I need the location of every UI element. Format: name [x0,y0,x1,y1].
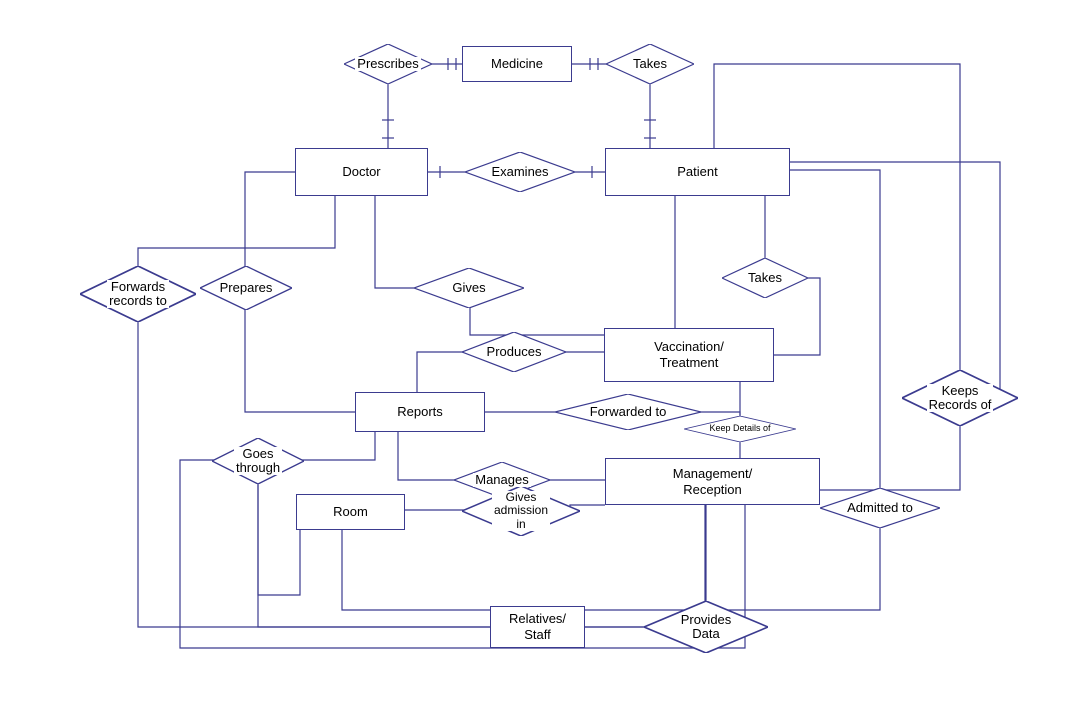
entity-label: Vaccination/ Treatment [654,339,724,370]
entity-label: Relatives/ Staff [509,611,566,642]
rel-gives: Gives [414,268,524,308]
rel-gives-admission-in: Gives admission in [462,486,580,536]
rel-label: Keeps Records of [927,384,994,413]
entity-room: Room [296,494,405,530]
rel-label: Produces [485,345,544,359]
entity-label: Doctor [342,164,380,180]
rel-examines: Examines [465,152,575,192]
entity-label: Patient [677,164,717,180]
rel-label: Prescribes [355,57,420,71]
rel-produces: Produces [462,332,566,372]
rel-label: Provides Data [679,613,734,642]
entity-label: Reports [397,404,443,420]
rel-label: Gives [450,281,487,295]
entity-label: Medicine [491,56,543,72]
entity-vaccination-treatment: Vaccination/ Treatment [604,328,774,382]
rel-label: Prepares [218,281,275,295]
rel-takes-vaccination: Takes [722,258,808,298]
entity-relatives-staff: Relatives/ Staff [490,606,585,648]
entity-patient: Patient [605,148,790,196]
entity-reports: Reports [355,392,485,432]
rel-label: Admitted to [845,501,915,515]
entity-medicine: Medicine [462,46,572,82]
rel-forwarded-to: Forwarded to [555,394,701,430]
rel-label: Forwarded to [588,405,669,419]
rel-label: Keep Details of [707,424,772,434]
entity-doctor: Doctor [295,148,428,196]
rel-label: Gives admission in [492,491,550,531]
rel-prepares: Prepares [200,266,292,310]
rel-goes-through: Goes through [212,438,304,484]
rel-keep-details-of: Keep Details of [684,416,796,442]
rel-label: Forwards records to [107,280,169,309]
entity-label: Management/ Reception [673,466,753,497]
rel-label: Manages [473,473,530,487]
rel-prescribes: Prescribes [344,44,432,84]
rel-forwards-records-to: Forwards records to [80,266,196,322]
rel-keeps-records-of: Keeps Records of [902,370,1018,426]
rel-label: Takes [746,271,784,285]
rel-label: Examines [489,165,550,179]
rel-admitted-to: Admitted to [820,488,940,528]
rel-provides-data: Provides Data [644,601,768,653]
rel-takes-medicine: Takes [606,44,694,84]
entity-label: Room [333,504,368,520]
entity-management-reception: Management/ Reception [605,458,820,505]
rel-label: Takes [631,57,669,71]
rel-label: Goes through [234,447,282,476]
